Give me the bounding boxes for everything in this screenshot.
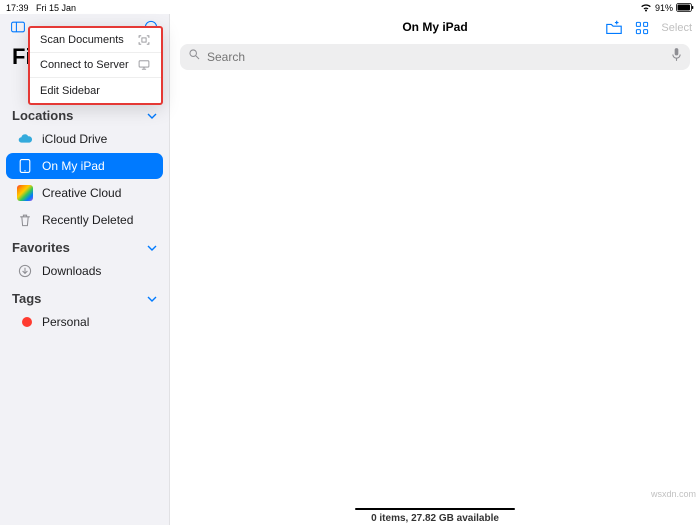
locations-header[interactable]: Locations — [0, 102, 169, 125]
search-field[interactable] — [180, 44, 690, 70]
trash-icon — [16, 211, 34, 229]
scan-documents-icon — [137, 33, 151, 47]
battery-percent: 91% — [655, 3, 673, 13]
menu-item-connect-to-server[interactable]: Connect to Server — [30, 53, 161, 78]
status-bar: 17:39 Fri 15 Jan 91% — [0, 0, 700, 14]
sidebar-item-label: Downloads — [42, 264, 101, 278]
watermark: wsxdn.com — [651, 489, 696, 499]
tags-header[interactable]: Tags — [0, 285, 169, 308]
status-time: 17:39 — [6, 3, 29, 13]
sidebar-item-label: Recently Deleted — [42, 213, 133, 227]
sidebar-toggle-icon[interactable] — [10, 19, 26, 40]
view-grid-icon[interactable] — [633, 19, 651, 37]
download-icon — [16, 262, 34, 280]
sidebar-item-creative-cloud[interactable]: Creative Cloud — [6, 180, 163, 206]
favorites-label: Favorites — [12, 240, 70, 255]
creative-cloud-icon — [16, 184, 34, 202]
search-input[interactable] — [207, 50, 665, 64]
main-area: On My iPad Select 0 items, 27.82 GB avai… — [170, 14, 700, 525]
new-folder-icon[interactable] — [605, 19, 623, 37]
chevron-down-icon — [147, 243, 157, 253]
status-left: 17:39 Fri 15 Jan — [6, 3, 76, 13]
main-toolbar: On My iPad Select — [170, 14, 700, 44]
tags-label: Tags — [12, 291, 41, 306]
ipad-icon — [16, 157, 34, 175]
status-right: 91% — [640, 3, 694, 13]
battery-icon — [676, 3, 694, 12]
server-icon — [137, 58, 151, 72]
tag-color-icon — [16, 313, 34, 331]
sidebar-item-label: Creative Cloud — [42, 186, 121, 200]
chevron-down-icon — [147, 111, 157, 121]
cloud-icon — [16, 130, 34, 148]
sidebar-item-label: Personal — [42, 315, 89, 329]
select-button[interactable]: Select — [661, 22, 692, 34]
mic-icon[interactable] — [671, 47, 682, 67]
blank-icon — [137, 84, 151, 98]
menu-item-edit-sidebar[interactable]: Edit Sidebar — [30, 78, 161, 103]
sidebar-item-recently-deleted[interactable]: Recently Deleted — [6, 207, 163, 233]
status-line: 0 items, 27.82 GB available — [170, 508, 700, 524]
search-wrap — [170, 44, 700, 78]
search-icon — [188, 48, 201, 66]
menu-item-label: Scan Documents — [40, 34, 124, 46]
sidebar-item-downloads[interactable]: Downloads — [6, 258, 163, 284]
sidebar-item-label: On My iPad — [42, 159, 105, 173]
toolbar-right: Select — [605, 19, 692, 37]
content-area — [170, 78, 700, 509]
sidebar-item-label: iCloud Drive — [42, 132, 107, 146]
status-date: Fri 15 Jan — [36, 3, 76, 13]
sidebar-item-tag-personal[interactable]: Personal — [6, 309, 163, 335]
menu-item-scan-documents[interactable]: Scan Documents — [30, 28, 161, 53]
menu-item-label: Edit Sidebar — [40, 85, 100, 97]
locations-label: Locations — [12, 108, 73, 123]
more-menu-popover: Scan Documents Connect to Server Edit Si… — [28, 26, 163, 105]
favorites-header[interactable]: Favorites — [0, 234, 169, 257]
sidebar-item-icloud-drive[interactable]: iCloud Drive — [6, 126, 163, 152]
chevron-down-icon — [147, 294, 157, 304]
sidebar-item-on-my-ipad[interactable]: On My iPad — [6, 153, 163, 179]
menu-item-label: Connect to Server — [40, 59, 129, 71]
page-title: On My iPad — [402, 20, 467, 34]
wifi-icon — [640, 3, 652, 12]
